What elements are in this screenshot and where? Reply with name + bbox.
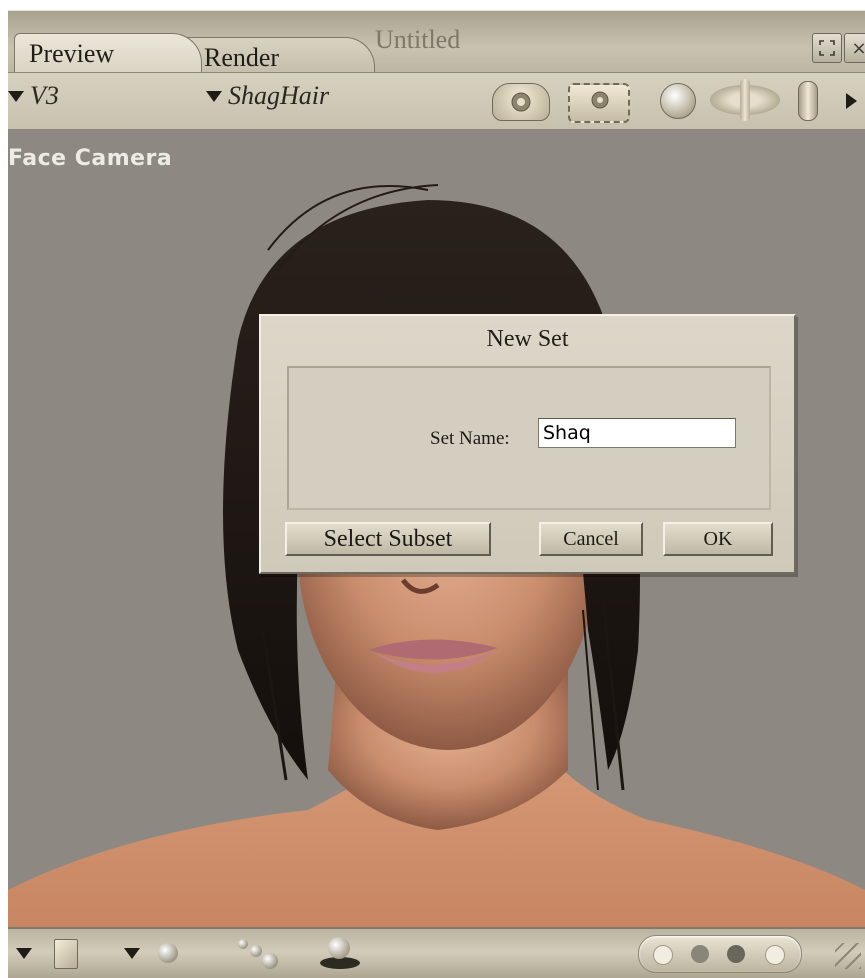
dropdown-arrow-icon [206, 90, 222, 102]
render-dots-icon[interactable] [638, 935, 802, 973]
element-menu-label: ShagHair [228, 81, 330, 110]
multiple-spheres-icon[interactable] [238, 939, 284, 969]
new-set-dialog: New Set Set Name: Select Subset Cancel O… [259, 314, 796, 574]
dialog-panel: Set Name: [287, 366, 771, 510]
bottom-bar [8, 927, 865, 978]
camera-frame-icon[interactable] [568, 83, 630, 123]
resize-grip-icon[interactable] [835, 943, 861, 969]
document-title: Untitled [375, 25, 461, 54]
element-menu[interactable]: ShagHair [206, 81, 329, 111]
light-menu-icon[interactable] [124, 948, 140, 959]
tab-preview[interactable]: Preview [14, 33, 202, 74]
ground-shadow-icon[interactable] [318, 937, 362, 971]
ground-square-icon[interactable] [54, 939, 78, 969]
title-bar: Render Preview Untitled × [8, 10, 865, 78]
select-subset-button[interactable]: Select Subset [285, 522, 491, 556]
dialog-title: New Set [486, 326, 569, 352]
figure-menu[interactable]: V3 [8, 81, 59, 111]
camera-label: Face Camera [8, 146, 173, 171]
figure-menu-label: V3 [30, 81, 59, 110]
cancel-button[interactable]: Cancel [539, 522, 643, 556]
poser-document-window: Render Preview Untitled × V3 ShagHair Fa… [0, 0, 865, 978]
scale-icon[interactable] [798, 81, 818, 121]
move-xy-icon[interactable] [710, 79, 780, 121]
toolbar: V3 ShagHair [8, 72, 865, 131]
tab-preview-label: Preview [29, 39, 115, 68]
close-icon[interactable]: × [844, 33, 865, 63]
sphere-icon[interactable] [158, 943, 178, 963]
set-name-label: Set Name: [430, 428, 510, 449]
expand-arrow-icon[interactable] [846, 93, 857, 109]
ok-button[interactable]: OK [663, 522, 773, 556]
dropdown-arrow-icon [8, 90, 24, 102]
close-glyph: × [851, 37, 865, 59]
display-style-menu-icon[interactable] [16, 948, 32, 959]
set-name-input[interactable] [538, 418, 736, 448]
tab-render-label: Render [204, 43, 280, 72]
maximize-icon[interactable] [812, 33, 842, 63]
camera-icon[interactable] [492, 83, 550, 121]
rotate-trackball-icon[interactable] [660, 83, 696, 119]
